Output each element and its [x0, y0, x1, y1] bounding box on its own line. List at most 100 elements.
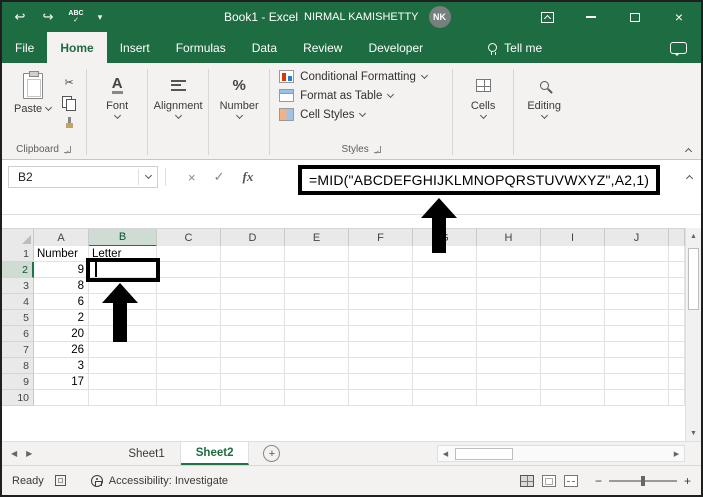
new-sheet-button[interactable]: +: [263, 445, 281, 462]
cell-B9[interactable]: [89, 374, 157, 390]
cell-partial-7[interactable]: [669, 342, 685, 358]
cell-D5[interactable]: [221, 310, 285, 326]
cell-C4[interactable]: [157, 294, 221, 310]
paste-button[interactable]: Paste: [8, 67, 59, 130]
cell-G4[interactable]: [413, 294, 477, 310]
cell-D7[interactable]: [221, 342, 285, 358]
cell-F6[interactable]: [349, 326, 413, 342]
cell-F8[interactable]: [349, 358, 413, 374]
column-header-B[interactable]: B: [89, 229, 157, 247]
editing-group-button[interactable]: Editing: [517, 65, 571, 159]
cell-I10[interactable]: [541, 390, 605, 406]
column-header-partial[interactable]: [669, 229, 685, 247]
cell-G5[interactable]: [413, 310, 477, 326]
row-header-9[interactable]: 9: [2, 374, 34, 390]
cell-C2[interactable]: [157, 262, 221, 278]
sheet-tab-sheet1[interactable]: Sheet1: [113, 442, 181, 465]
cell-J3[interactable]: [605, 278, 669, 294]
cell-A3[interactable]: 8: [34, 278, 89, 294]
hscroll-thumb[interactable]: [455, 447, 513, 460]
cell-E1[interactable]: [285, 246, 349, 262]
cell-C7[interactable]: [157, 342, 221, 358]
maximize-button[interactable]: [613, 2, 657, 32]
format-painter-button[interactable]: [59, 115, 79, 130]
undo-icon[interactable]: ↩: [8, 5, 32, 29]
cell-A7[interactable]: 26: [34, 342, 89, 358]
page-break-view-icon[interactable]: [563, 474, 578, 487]
cell-C9[interactable]: [157, 374, 221, 390]
column-header-I[interactable]: I: [541, 229, 605, 247]
clipboard-dialog-launcher-icon[interactable]: [63, 146, 71, 153]
formula-input[interactable]: =MID("ABCDEFGHIJKLMNOPQRSTUVWXYZ",A2,1): [309, 172, 649, 188]
cell-J8[interactable]: [605, 358, 669, 374]
collapse-ribbon-icon[interactable]: [684, 147, 693, 156]
row-header-3[interactable]: 3: [2, 278, 34, 294]
cell-H5[interactable]: [477, 310, 541, 326]
cell-F5[interactable]: [349, 310, 413, 326]
row-header-1[interactable]: 1: [2, 246, 34, 262]
cell-D8[interactable]: [221, 358, 285, 374]
cell-F9[interactable]: [349, 374, 413, 390]
row-header-4[interactable]: 4: [2, 294, 34, 310]
sheet-nav-left-icon[interactable]: ◀: [11, 449, 17, 458]
qat-customize-icon[interactable]: ▾: [92, 5, 108, 29]
format-as-table-button[interactable]: Format as Table: [277, 86, 445, 105]
cell-J2[interactable]: [605, 262, 669, 278]
cell-B8[interactable]: [89, 358, 157, 374]
zoom-slider[interactable]: [608, 477, 677, 484]
cell-A2[interactable]: 9: [34, 262, 89, 278]
cell-A1[interactable]: Number: [34, 246, 89, 262]
enter-button[interactable]: ✓: [214, 169, 225, 185]
cell-H9[interactable]: [477, 374, 541, 390]
cell-partial-4[interactable]: [669, 294, 685, 310]
cell-C1[interactable]: [157, 246, 221, 262]
row-header-6[interactable]: 6: [2, 326, 34, 342]
tab-file[interactable]: File: [2, 32, 47, 63]
cell-partial-2[interactable]: [669, 262, 685, 278]
account-area[interactable]: NIRMAL KAMISHETTY NK: [304, 2, 451, 32]
cell-C5[interactable]: [157, 310, 221, 326]
comments-icon[interactable]: [670, 41, 687, 56]
macro-record-icon[interactable]: [54, 475, 66, 486]
cell-partial-6[interactable]: [669, 326, 685, 342]
cell-I9[interactable]: [541, 374, 605, 390]
cell-F7[interactable]: [349, 342, 413, 358]
cell-styles-button[interactable]: Cell Styles: [277, 105, 445, 124]
font-group-button[interactable]: A Font: [90, 65, 144, 159]
cell-F3[interactable]: [349, 278, 413, 294]
cell-partial-8[interactable]: [669, 358, 685, 374]
cell-G3[interactable]: [413, 278, 477, 294]
cell-C3[interactable]: [157, 278, 221, 294]
cell-B10[interactable]: [89, 390, 157, 406]
cut-button[interactable]: ✂: [59, 75, 79, 90]
cell-G10[interactable]: [413, 390, 477, 406]
cell-A8[interactable]: 3: [34, 358, 89, 374]
cell-I2[interactable]: [541, 262, 605, 278]
cell-I7[interactable]: [541, 342, 605, 358]
horizontal-scrollbar[interactable]: ◀ ▶: [437, 445, 685, 462]
cell-I1[interactable]: [541, 246, 605, 262]
cell-F2[interactable]: [349, 262, 413, 278]
cell-H6[interactable]: [477, 326, 541, 342]
column-header-J[interactable]: J: [605, 229, 669, 247]
vertical-scrollbar[interactable]: ▲ ▼: [685, 228, 701, 441]
styles-dialog-launcher-icon[interactable]: [373, 146, 381, 153]
column-header-E[interactable]: E: [285, 229, 349, 247]
cell-J10[interactable]: [605, 390, 669, 406]
cell-G7[interactable]: [413, 342, 477, 358]
cell-H3[interactable]: [477, 278, 541, 294]
column-header-D[interactable]: D: [221, 229, 285, 247]
cell-F10[interactable]: [349, 390, 413, 406]
insert-function-button[interactable]: fx: [243, 169, 254, 185]
cell-G8[interactable]: [413, 358, 477, 374]
minimize-button[interactable]: [569, 2, 613, 32]
scroll-up-icon[interactable]: ▲: [686, 228, 701, 244]
cell-I6[interactable]: [541, 326, 605, 342]
cell-D9[interactable]: [221, 374, 285, 390]
tell-me-button[interactable]: Tell me: [488, 32, 542, 63]
column-header-H[interactable]: H: [477, 229, 541, 247]
cell-I8[interactable]: [541, 358, 605, 374]
cell-J1[interactable]: [605, 246, 669, 262]
cell-H4[interactable]: [477, 294, 541, 310]
cell-H8[interactable]: [477, 358, 541, 374]
